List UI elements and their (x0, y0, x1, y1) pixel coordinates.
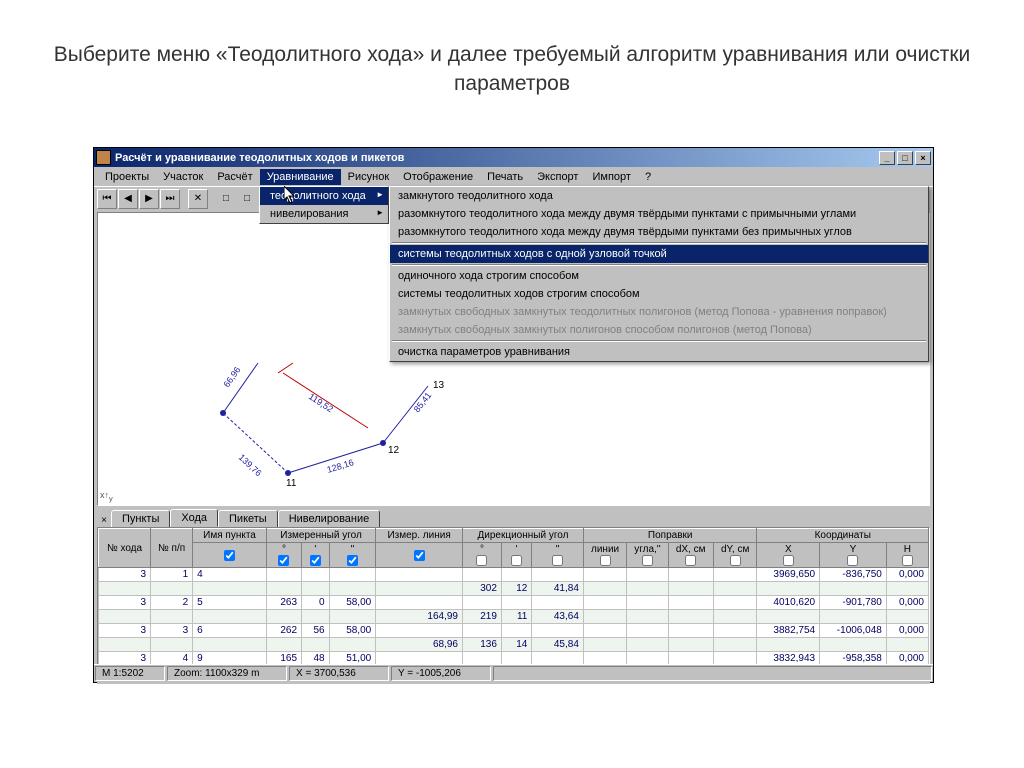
toolbar-first-icon[interactable]: ⏮ (97, 189, 117, 209)
table-row[interactable]: 68,961361445,84 (99, 638, 929, 652)
sub-sec[interactable]: '' (329, 543, 376, 568)
chk-name[interactable] (193, 543, 267, 568)
col-name[interactable]: Имя пункта (193, 529, 267, 543)
menu-area[interactable]: Участок (156, 169, 210, 185)
menubar[interactable]: Проекты Участок Расчёт Уравнивание Рисун… (94, 167, 933, 186)
submenu-leveling[interactable]: нивелирования (260, 205, 388, 223)
grid-wrap[interactable]: № хода № п/п Имя пункта Измеренный угол … (97, 527, 930, 667)
col-n-hoda[interactable]: № хода (99, 529, 151, 568)
window-title: Расчёт и уравнивание теодолитных ходов и… (115, 152, 877, 164)
toolbar-btn1[interactable]: □ (216, 189, 236, 209)
axis-label: x↑y (100, 490, 113, 503)
sub-pdy[interactable]: dY, см (713, 543, 757, 568)
data-tabs[interactable]: × Пункты Хода Пикеты Нивелирование (97, 508, 930, 527)
tab-traverses[interactable]: Хода (170, 509, 218, 527)
data-panel: × Пункты Хода Пикеты Нивелирование № ход… (97, 508, 930, 684)
tab-pickets[interactable]: Пикеты (218, 510, 278, 527)
menu-print[interactable]: Печать (480, 169, 530, 185)
sub-y[interactable]: Y (820, 543, 887, 568)
table-row[interactable]: 3021241,84 (99, 582, 929, 596)
sub-dsec[interactable]: '' (532, 543, 584, 568)
app-icon (96, 150, 111, 165)
minimize-button[interactable]: _ (879, 151, 895, 165)
svg-text:139,76: 139,76 (237, 452, 264, 478)
app-window: Расчёт и уравнивание теодолитных ходов и… (93, 147, 934, 683)
menu-display[interactable]: Отображение (396, 169, 480, 185)
toolbar-btn2[interactable]: □ (237, 189, 257, 209)
menu-help[interactable]: ? (638, 169, 658, 185)
chk-line[interactable] (376, 543, 463, 568)
alg-open-without-angles[interactable]: разомкнутого теодолитного хода между дву… (390, 223, 928, 241)
status-scale: M 1:5202 (95, 666, 165, 681)
sub-h[interactable]: H (886, 543, 928, 568)
toolbar-next-icon[interactable]: ▶ (139, 189, 159, 209)
table-row[interactable]: 164,992191143,64 (99, 610, 929, 624)
panel-close-icon[interactable]: × (97, 514, 111, 527)
sub-pdx[interactable]: dX, см (668, 543, 713, 568)
traverse-drawing: 66,96 6 119,52 85,41 13 12 128,16 11 139… (218, 358, 538, 508)
menu-import[interactable]: Импорт (585, 169, 637, 185)
alg-system-single-node[interactable]: системы теодолитных ходов с одной узлово… (390, 245, 928, 263)
sub-x[interactable]: X (757, 543, 820, 568)
svg-text:12: 12 (388, 445, 400, 456)
sub-dmin[interactable]: ' (501, 543, 531, 568)
table-row[interactable]: 3143969,650-836,7500,000 (99, 568, 929, 582)
alg-single-strict[interactable]: одиночного хода строгим способом (390, 267, 928, 285)
svg-text:11: 11 (286, 478, 297, 489)
toolbar-last-icon[interactable]: ⏭ (160, 189, 180, 209)
alg-open-with-angles[interactable]: разомкнутого теодолитного хода между дву… (390, 205, 928, 223)
sub-min[interactable]: ' (302, 543, 330, 568)
statusbar: M 1:5202 Zoom: 1100x329 m X = 3700,536 Y… (94, 664, 933, 682)
col-coords[interactable]: Координаты (757, 529, 929, 543)
alg-closed-popov-polygons: замкнутых свободных замкнутых полигонов … (390, 321, 928, 339)
menu-adjustment[interactable]: Уравнивание (260, 169, 341, 185)
status-x: X = 3700,536 (289, 666, 389, 681)
tab-leveling[interactable]: Нивелирование (278, 510, 381, 527)
status-empty (493, 666, 932, 681)
menu-projects[interactable]: Проекты (98, 169, 156, 185)
maximize-button[interactable]: □ (897, 151, 913, 165)
status-zoom: Zoom: 1100x329 m (167, 666, 287, 681)
svg-text:119,52: 119,52 (307, 391, 335, 414)
alg-system-strict[interactable]: системы теодолитных ходов строгим способ… (390, 285, 928, 303)
submenu-adjustment[interactable]: теодолитного хода нивелирования (259, 186, 389, 224)
col-meas-line[interactable]: Измер. линия (376, 529, 463, 543)
alg-closed-popov-corrections: замкнутых свободных замкнутых теодолитны… (390, 303, 928, 321)
sub-ddeg[interactable]: ° (463, 543, 502, 568)
tab-points[interactable]: Пункты (111, 510, 170, 527)
close-button[interactable]: × (915, 151, 931, 165)
svg-text:13: 13 (433, 380, 445, 391)
sub-deg[interactable]: ° (266, 543, 301, 568)
alg-closed[interactable]: замкнутого теодолитного хода (390, 187, 928, 205)
col-dir-angle[interactable]: Дирекционный угол (463, 529, 584, 543)
sub-pangle[interactable]: угла,'' (627, 543, 668, 568)
sub-plines[interactable]: линии (583, 543, 626, 568)
titlebar: Расчёт и уравнивание теодолитных ходов и… (94, 148, 933, 167)
status-y: Y = -1005,206 (391, 666, 491, 681)
menu-export[interactable]: Экспорт (530, 169, 585, 185)
col-n-pp[interactable]: № п/п (151, 529, 193, 568)
submenu-theodolite[interactable]: теодолитного хода (260, 187, 388, 205)
alg-clear-params[interactable]: очистка параметров уравнивания (390, 343, 928, 361)
data-grid[interactable]: № хода № п/п Имя пункта Измеренный угол … (98, 528, 929, 667)
col-meas-angle[interactable]: Измеренный угол (266, 529, 375, 543)
menu-calc[interactable]: Расчёт (210, 169, 259, 185)
table-row[interactable]: 3362625658,003882,754-1006,0480,000 (99, 624, 929, 638)
menu-drawing[interactable]: Рисунок (341, 169, 397, 185)
page-title: Выберите меню «Теодолитного хода» и дале… (0, 0, 1024, 127)
table-row[interactable]: 325263058,004010,620-901,7800,000 (99, 596, 929, 610)
toolbar-prev-icon[interactable]: ◀ (118, 189, 138, 209)
svg-text:66,96: 66,96 (221, 365, 242, 389)
toolbar-delete-icon[interactable]: ✕ (188, 189, 208, 209)
col-corrections[interactable]: Поправки (583, 529, 757, 543)
submenu-theodolite-items[interactable]: замкнутого теодолитного хода разомкнутог… (389, 186, 929, 362)
